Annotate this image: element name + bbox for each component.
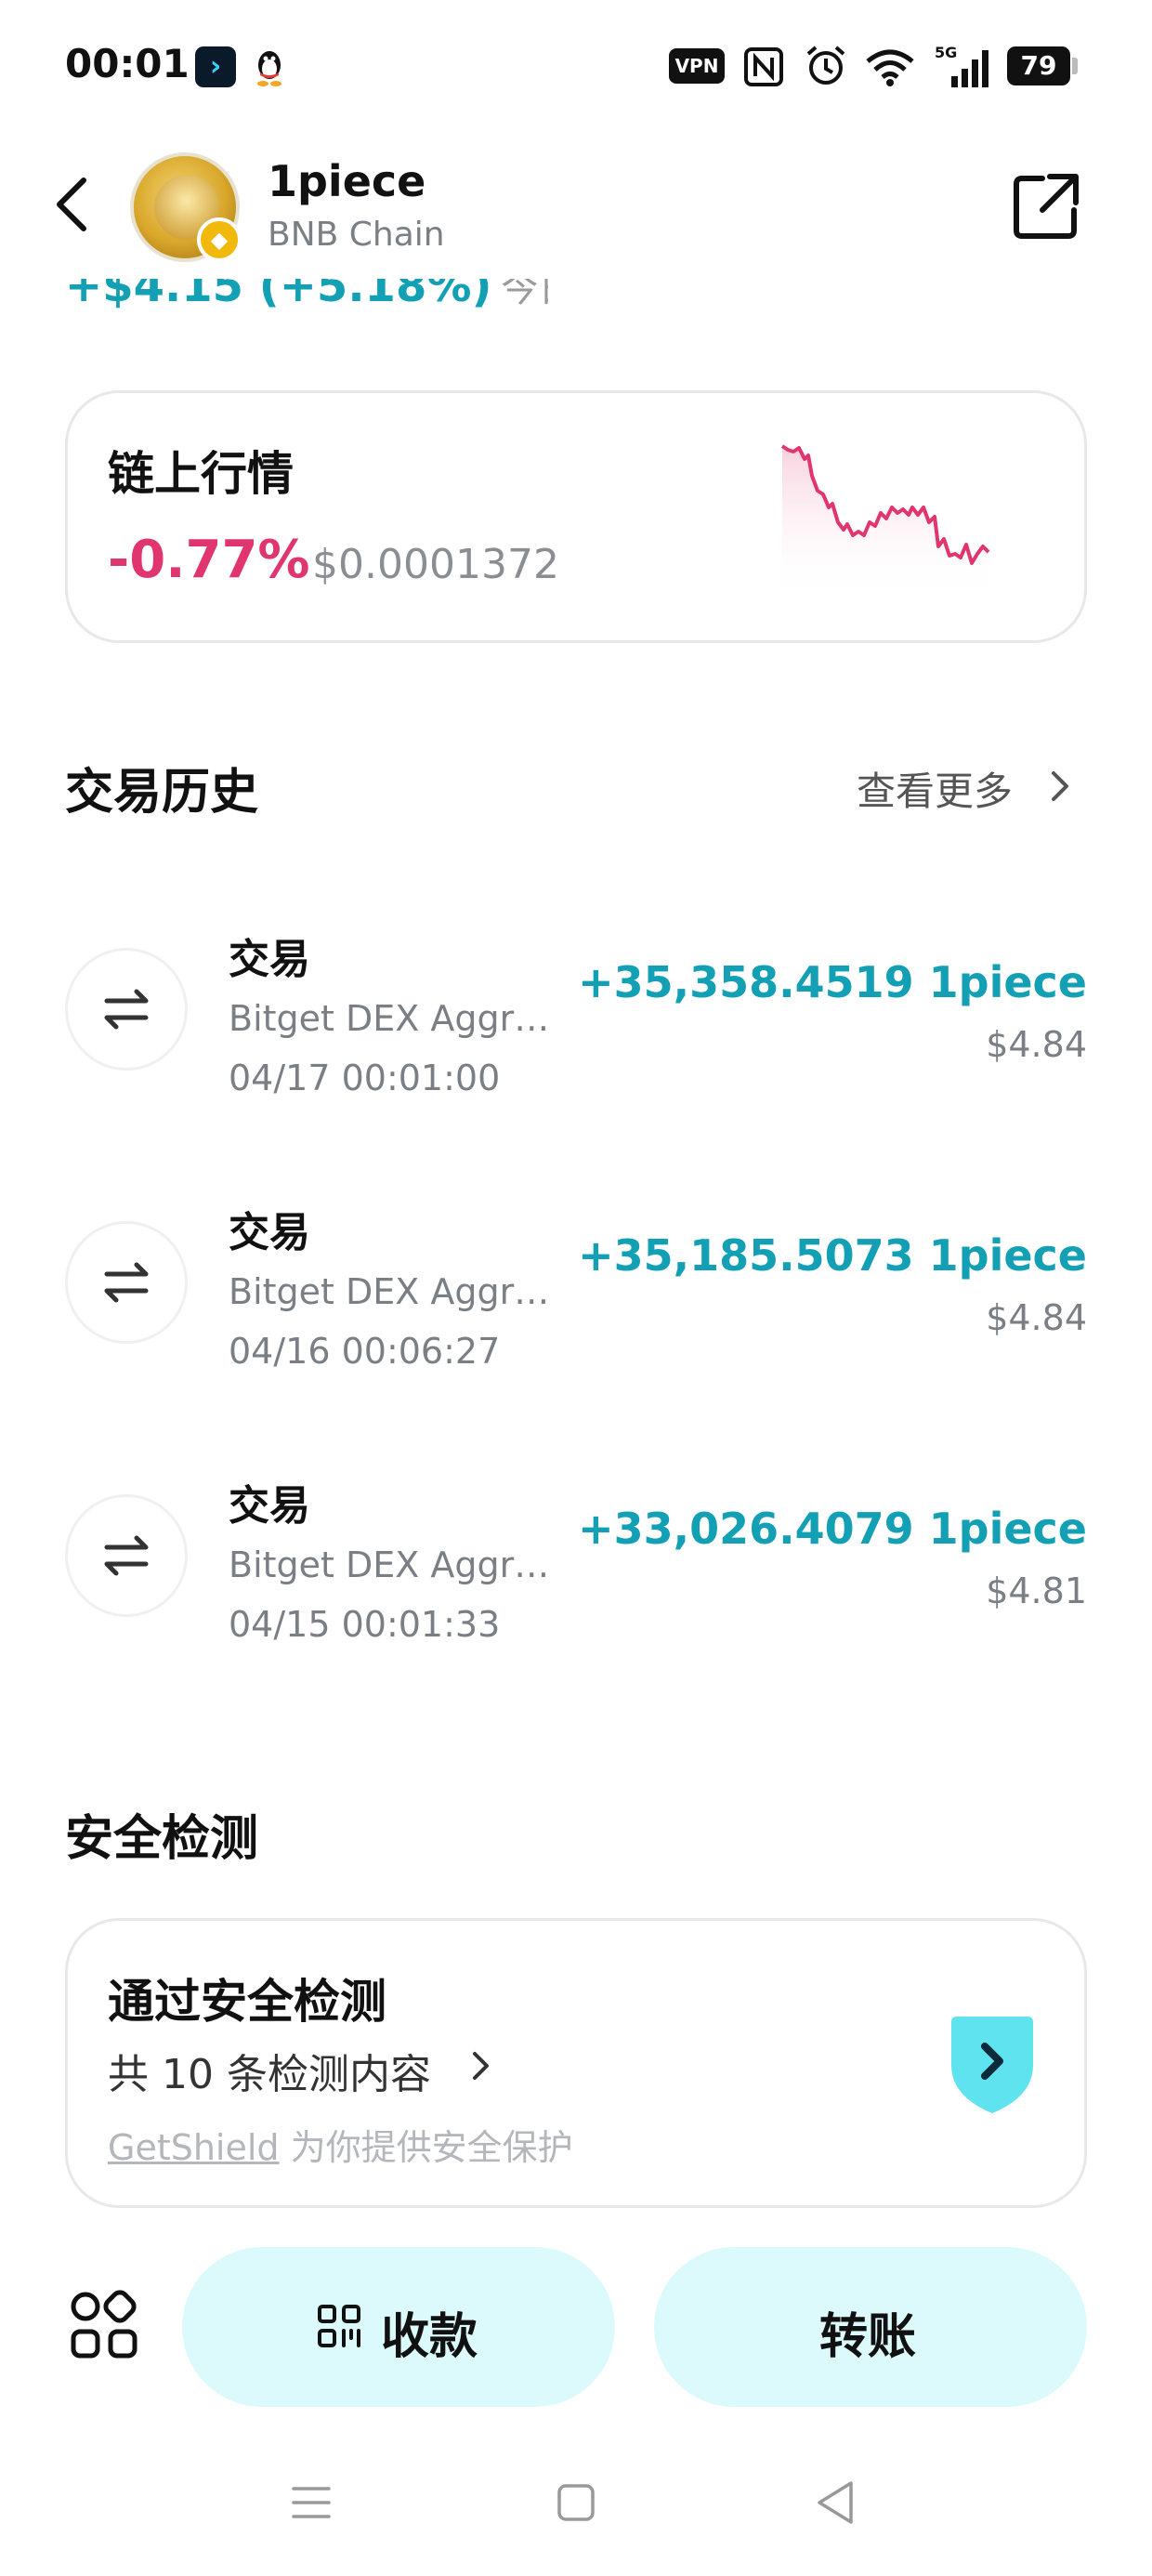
tx-type: 交易 bbox=[229, 1482, 310, 1530]
back-triangle-icon[interactable] bbox=[814, 2477, 857, 2528]
security-status: 通过安全检测 bbox=[108, 1975, 386, 2029]
tx-source: Bitget DEX Aggr… bbox=[229, 998, 550, 1039]
token-name: 1piece bbox=[268, 156, 426, 206]
share-icon[interactable] bbox=[1009, 169, 1083, 243]
swap-icon bbox=[65, 1221, 188, 1344]
nfc-icon bbox=[744, 47, 783, 86]
chevron-right-icon[interactable] bbox=[468, 2044, 494, 2087]
shield-icon[interactable] bbox=[946, 2013, 1039, 2117]
price-change-period: 今日 bbox=[501, 279, 548, 309]
token-chain: BNB Chain bbox=[268, 216, 445, 254]
status-time: 00:01 bbox=[65, 41, 190, 86]
home-icon[interactable] bbox=[556, 2481, 596, 2524]
qr-code-icon bbox=[318, 2305, 360, 2347]
tx-amount: +35,358.4519 1piece bbox=[578, 957, 1087, 1007]
tx-usd-value: $4.84 bbox=[986, 1297, 1087, 1338]
apps-grid-icon[interactable] bbox=[69, 2290, 139, 2360]
security-provider: GetShield 为你提供安全保护 bbox=[108, 2119, 573, 2170]
market-title: 链上行情 bbox=[108, 447, 294, 501]
cellular-signal-icon: 5G bbox=[935, 44, 988, 87]
bnb-chain-badge-icon: ◆ bbox=[197, 217, 242, 262]
market-price: $0.0001372 bbox=[312, 541, 559, 588]
market-change-pct: -0.77% bbox=[108, 530, 310, 590]
alarm-icon bbox=[806, 46, 845, 85]
history-more-link[interactable]: 查看更多 bbox=[857, 760, 1013, 817]
price-sparkline bbox=[780, 444, 990, 600]
receive-label: 收款 bbox=[381, 2309, 478, 2365]
tx-amount: +35,185.5073 1piece bbox=[578, 1230, 1087, 1281]
price-change-partial: +$4.15 (+5.18%) 今日 bbox=[65, 279, 548, 309]
wifi-icon bbox=[866, 49, 914, 86]
tx-time: 04/15 00:01:33 bbox=[229, 1604, 501, 1645]
tx-time: 04/17 00:01:00 bbox=[229, 1058, 501, 1098]
chevron-right-icon[interactable] bbox=[1046, 764, 1074, 808]
tx-time: 04/16 00:06:27 bbox=[229, 1331, 501, 1372]
tx-usd-value: $4.84 bbox=[986, 1024, 1087, 1065]
swap-icon bbox=[65, 948, 188, 1071]
tx-amount: +33,026.4079 1piece bbox=[578, 1504, 1087, 1554]
battery-icon: 79 bbox=[1007, 46, 1080, 85]
vpn-icon: VPN bbox=[669, 48, 725, 84]
svg-text:5G: 5G bbox=[935, 44, 957, 61]
getshield-link[interactable]: GetShield bbox=[108, 2127, 280, 2168]
history-title: 交易历史 bbox=[65, 765, 259, 821]
security-provider-text: 为你提供安全保护 bbox=[279, 2127, 573, 2168]
transfer-label: 转账 bbox=[819, 2309, 917, 2365]
recent-apps-icon[interactable] bbox=[290, 2481, 333, 2524]
app-notification-icon: › bbox=[195, 46, 236, 87]
swap-icon bbox=[65, 1494, 188, 1617]
security-title: 安全检测 bbox=[65, 1811, 259, 1867]
back-arrow-icon[interactable] bbox=[46, 167, 102, 242]
tx-source: Bitget DEX Aggr… bbox=[229, 1544, 550, 1585]
tx-usd-value: $4.81 bbox=[986, 1571, 1087, 1611]
tx-type: 交易 bbox=[229, 936, 310, 983]
security-count[interactable]: 共 10 条检测内容 bbox=[108, 2041, 431, 2100]
battery-level: 79 bbox=[1007, 46, 1070, 85]
price-change-value: +$4.15 (+5.18%) bbox=[65, 279, 492, 309]
tx-type: 交易 bbox=[229, 1209, 310, 1256]
tx-source: Bitget DEX Aggr… bbox=[229, 1271, 550, 1312]
qq-penguin-icon bbox=[257, 51, 281, 86]
